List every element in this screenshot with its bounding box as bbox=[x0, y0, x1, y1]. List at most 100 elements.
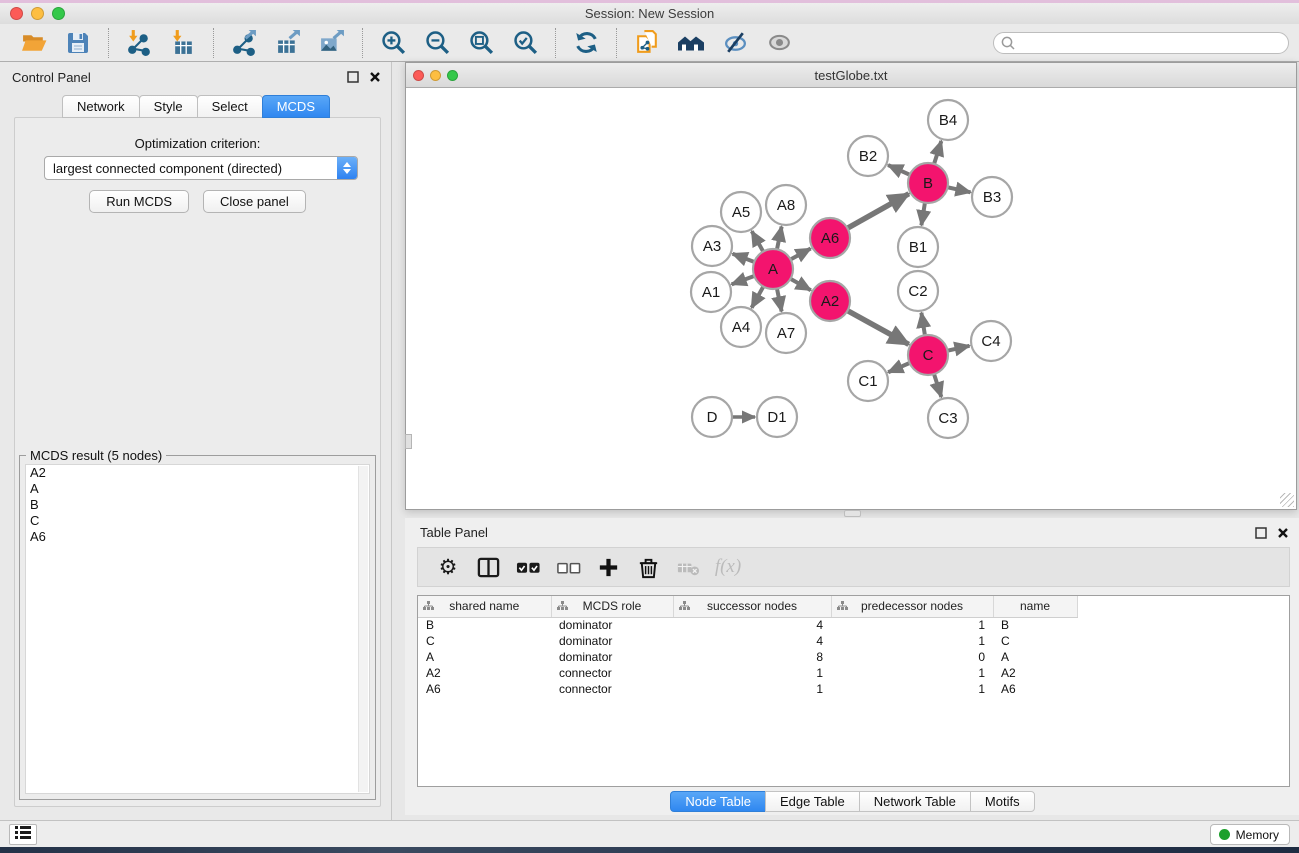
column-header-shared-name[interactable]: shared name bbox=[418, 596, 551, 617]
show-columns-icon[interactable] bbox=[473, 552, 503, 582]
save-session-icon[interactable] bbox=[64, 29, 92, 57]
mcds-result-item[interactable]: C bbox=[26, 513, 369, 529]
tab-network[interactable]: Network bbox=[62, 95, 140, 118]
optimization-criterion-label: Optimization criterion: bbox=[15, 136, 380, 151]
horizontal-splitter-handle[interactable] bbox=[844, 510, 861, 517]
mcds-result-group: MCDS result (5 nodes) A2ABCA6 bbox=[19, 455, 376, 800]
select-all-icon[interactable] bbox=[513, 552, 543, 582]
export-table-icon[interactable] bbox=[274, 29, 302, 57]
import-table-icon[interactable] bbox=[169, 29, 197, 57]
memory-button[interactable]: Memory bbox=[1210, 824, 1290, 845]
zoom-out-icon[interactable] bbox=[423, 29, 451, 57]
result-scrollbar[interactable] bbox=[358, 466, 368, 792]
status-bar: Memory bbox=[0, 820, 1299, 847]
graph-node-label: A6 bbox=[821, 230, 839, 247]
table-row[interactable]: Cdominator41C bbox=[418, 633, 1077, 649]
deselect-all-icon[interactable] bbox=[553, 552, 583, 582]
export-network-icon[interactable] bbox=[230, 29, 258, 57]
home-icon[interactable] bbox=[677, 29, 705, 57]
toolbar-separator bbox=[616, 28, 617, 58]
table-tabs: Node TableEdge TableNetwork TableMotifs bbox=[405, 791, 1299, 812]
graph-node-label: A2 bbox=[821, 293, 839, 310]
graph-node-label: B1 bbox=[909, 239, 927, 256]
table-cell: C bbox=[418, 633, 551, 649]
tab-node-table[interactable]: Node Table bbox=[670, 791, 766, 812]
zoom-in-icon[interactable] bbox=[379, 29, 407, 57]
close-panel-button[interactable]: Close panel bbox=[203, 190, 306, 213]
table-cell: 4 bbox=[673, 633, 831, 649]
graph-node-label: C2 bbox=[908, 283, 927, 300]
task-history-button[interactable] bbox=[9, 824, 37, 845]
tab-motifs[interactable]: Motifs bbox=[970, 791, 1035, 812]
column-header-predecessor-nodes[interactable]: predecessor nodes bbox=[831, 596, 993, 617]
toolbar-separator bbox=[213, 28, 214, 58]
tab-select[interactable]: Select bbox=[197, 95, 263, 118]
table-row[interactable]: Adominator80A bbox=[418, 649, 1077, 665]
close-panel-icon[interactable] bbox=[369, 71, 381, 83]
criterion-dropdown[interactable]: largest connected component (directed) bbox=[44, 156, 358, 180]
window-resize-grip[interactable] bbox=[1280, 493, 1294, 507]
tab-network-table[interactable]: Network Table bbox=[859, 791, 971, 812]
show-graphics-details-icon[interactable] bbox=[765, 29, 793, 57]
graph-node-label: B bbox=[923, 175, 933, 192]
network-view-window: testGlobe.txt AA6A2BCA5A8A3A1A4A7B4B2B3B… bbox=[405, 62, 1297, 510]
graph-node-label: B3 bbox=[983, 189, 1001, 206]
table-cell: C bbox=[993, 633, 1077, 649]
wallpaper-bottom-strip bbox=[0, 847, 1299, 853]
table-cell: B bbox=[418, 617, 551, 633]
criterion-value: largest connected component (directed) bbox=[45, 161, 337, 176]
graph-node-label: A5 bbox=[732, 204, 750, 221]
table-row[interactable]: A2connector11A2 bbox=[418, 665, 1077, 681]
graph-node-label: A4 bbox=[732, 319, 750, 336]
mcds-result-item[interactable]: B bbox=[26, 497, 369, 513]
mcds-result-item[interactable]: A2 bbox=[26, 465, 369, 481]
tab-mcds[interactable]: MCDS bbox=[262, 95, 330, 118]
table-row[interactable]: Bdominator41B bbox=[418, 617, 1077, 633]
delete-column-icon[interactable] bbox=[633, 552, 663, 582]
column-header-name[interactable]: name bbox=[993, 596, 1077, 617]
refresh-icon[interactable] bbox=[572, 29, 600, 57]
close-table-panel-icon[interactable] bbox=[1277, 527, 1289, 539]
hide-graphics-details-icon[interactable] bbox=[721, 29, 749, 57]
new-network-from-selection-icon[interactable] bbox=[633, 29, 661, 57]
settings-icon[interactable]: ⚙ bbox=[433, 552, 463, 582]
graph-node-label: A7 bbox=[777, 325, 795, 342]
mcds-result-list: A2ABCA6 bbox=[25, 464, 370, 794]
export-image-icon[interactable] bbox=[318, 29, 346, 57]
mcds-result-item[interactable]: A6 bbox=[26, 529, 369, 545]
workspace: Control Panel NetworkStyleSelectMCDS Opt… bbox=[0, 62, 1299, 820]
tab-edge-table[interactable]: Edge Table bbox=[765, 791, 860, 812]
import-network-icon[interactable] bbox=[125, 29, 153, 57]
search-input[interactable] bbox=[993, 32, 1289, 54]
task-list-icon bbox=[14, 825, 32, 845]
table-row[interactable]: A6connector11A6 bbox=[418, 681, 1077, 697]
add-column-icon[interactable] bbox=[593, 552, 623, 582]
table-cell: 0 bbox=[831, 649, 993, 665]
control-panel-tabs: NetworkStyleSelectMCDS bbox=[0, 95, 391, 118]
zoom-selected-icon[interactable] bbox=[511, 29, 539, 57]
mcds-panel: Optimization criterion: largest connecte… bbox=[14, 117, 381, 807]
node-table: shared nameMCDS rolesuccessor nodesprede… bbox=[417, 595, 1290, 787]
run-mcds-button[interactable]: Run MCDS bbox=[89, 190, 189, 213]
left-splitter-handle[interactable] bbox=[405, 434, 412, 449]
memory-status-icon bbox=[1219, 829, 1230, 840]
mcds-result-item[interactable]: A bbox=[26, 481, 369, 497]
table-cell: A bbox=[993, 649, 1077, 665]
zoom-fit-icon[interactable] bbox=[467, 29, 495, 57]
tab-style[interactable]: Style bbox=[139, 95, 198, 118]
graph-node-label: B4 bbox=[939, 112, 957, 129]
column-header-successor-nodes[interactable]: successor nodes bbox=[673, 596, 831, 617]
function-builder-icon: f(x) bbox=[713, 552, 743, 582]
open-session-icon[interactable] bbox=[20, 29, 48, 57]
table-panel: Table Panel ⚙f(x) shared nameMCDS rolesu… bbox=[405, 518, 1299, 815]
column-header-MCDS-role[interactable]: MCDS role bbox=[551, 596, 673, 617]
table-cell: 1 bbox=[831, 681, 993, 697]
float-panel-icon[interactable] bbox=[347, 71, 359, 83]
network-canvas[interactable]: AA6A2BCA5A8A3A1A4A7B4B2B3B1C2C4C1C3DD1 bbox=[406, 88, 1296, 509]
graph-node-label: C3 bbox=[938, 410, 957, 427]
float-table-panel-icon[interactable] bbox=[1255, 527, 1267, 539]
graph-node-label: B2 bbox=[859, 148, 877, 165]
graph-node-label: A8 bbox=[777, 197, 795, 214]
graph-node-label: A bbox=[768, 261, 778, 278]
table-cell: dominator bbox=[551, 633, 673, 649]
